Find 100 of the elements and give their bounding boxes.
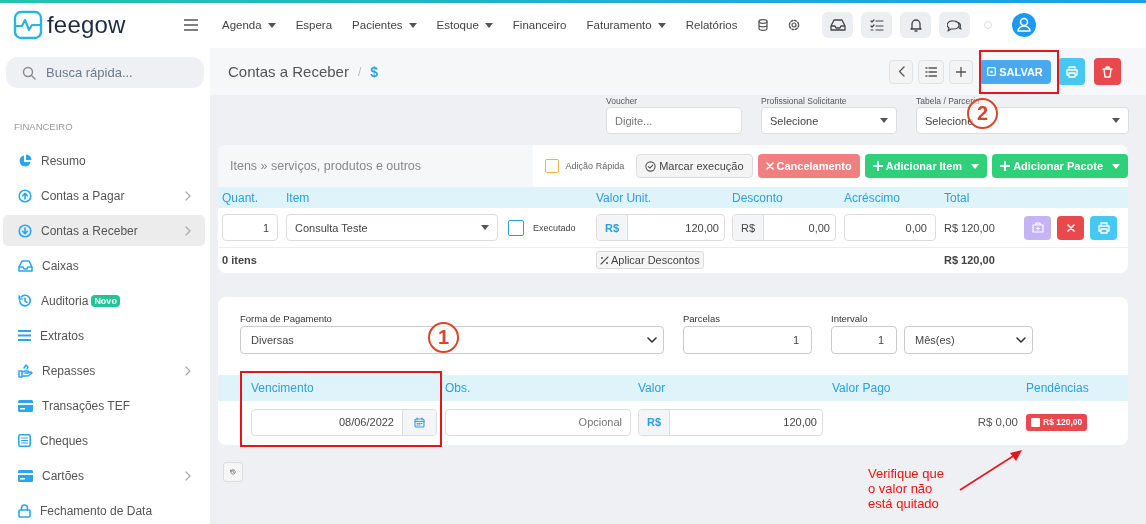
avatar-icon[interactable] xyxy=(1012,13,1036,37)
delete-button[interactable] xyxy=(1094,58,1121,85)
total-amount: R$ 120,00 xyxy=(944,254,996,266)
sidebar-item[interactable]: Extratos xyxy=(3,320,205,351)
history-icon xyxy=(230,466,236,478)
column-header: Obs. xyxy=(445,381,472,395)
print-button[interactable] xyxy=(1090,215,1117,240)
print-button[interactable] xyxy=(1058,58,1085,85)
sidebar-item[interactable]: Transações TEF xyxy=(3,390,205,421)
field-label: Intervalo xyxy=(831,313,869,323)
nav-link[interactable]: Estoque xyxy=(426,19,503,31)
settings-icon[interactable] xyxy=(787,19,800,31)
percent-icon xyxy=(600,255,609,265)
sidebar-item[interactable]: Fechamento de Data xyxy=(3,495,205,524)
item-count: 0 itens xyxy=(222,254,258,266)
annotation-note: Verifique que o valor não está quitado xyxy=(868,466,945,511)
number-field[interactable]: 1 xyxy=(831,326,897,354)
price-field[interactable]: R$ 120,00 xyxy=(596,214,725,241)
remove-button[interactable] xyxy=(1057,215,1084,240)
calendar-icon[interactable] xyxy=(414,416,425,428)
caret-icon xyxy=(1112,163,1120,169)
notification-icon xyxy=(909,18,922,32)
notes-field[interactable]: Opcional xyxy=(445,408,631,436)
checklist-button[interactable] xyxy=(861,12,892,38)
item-select[interactable]: Consulta Teste xyxy=(286,214,498,241)
hand-icon xyxy=(18,363,33,378)
column-header: Pendências xyxy=(1026,381,1090,395)
document-icon xyxy=(18,434,31,447)
column-header: Quant. xyxy=(222,190,260,205)
list-icon xyxy=(925,66,937,77)
card-icon xyxy=(18,399,33,412)
nav-link[interactable]: Agenda xyxy=(212,19,286,31)
number-field[interactable]: 1 xyxy=(683,326,812,354)
chevron-icon xyxy=(1016,337,1026,343)
inbox-icon xyxy=(18,259,33,272)
logo-text: feegow xyxy=(47,11,126,39)
text-field[interactable]: Digite... xyxy=(606,107,742,134)
date-field[interactable]: 08/06/2022 xyxy=(251,408,437,436)
discount-field[interactable]: R$ 0,00 xyxy=(732,214,836,241)
back-button[interactable] xyxy=(889,59,913,84)
card-icon xyxy=(18,469,33,482)
sidebar-item[interactable]: Contas a Pagar xyxy=(3,180,205,211)
column-header: Desconto xyxy=(732,190,784,205)
back-icon xyxy=(897,66,905,77)
add-button[interactable] xyxy=(949,59,973,84)
nav-link[interactable]: Financeiro xyxy=(502,19,577,31)
history-button[interactable] xyxy=(223,462,243,482)
caret-icon xyxy=(971,163,980,169)
column-header: Vencimento xyxy=(251,381,315,395)
nav-link[interactable]: Faturamento xyxy=(576,19,676,31)
nav-link[interactable]: Pacientes xyxy=(342,19,427,31)
amount-field[interactable]: R$ 120,00 xyxy=(638,408,823,436)
increase-field[interactable]: 0,00 xyxy=(844,214,936,241)
nav-link[interactable]: Relatórios xyxy=(675,19,748,31)
quantity-field[interactable]: 1 xyxy=(222,214,278,241)
sidebar-item[interactable]: Caixas xyxy=(3,250,205,281)
arrow-down-circle-icon xyxy=(18,223,32,238)
checklist-icon xyxy=(869,19,884,31)
sidebar-item[interactable]: Resumo xyxy=(3,145,205,176)
list-button[interactable] xyxy=(918,59,944,84)
checkbox[interactable] xyxy=(544,159,559,173)
section-heading: FINANCEIRO xyxy=(14,121,74,132)
database-icon[interactable] xyxy=(757,19,768,31)
inbox-icon xyxy=(829,19,846,31)
arrow xyxy=(958,448,1024,492)
plus-icon xyxy=(1000,161,1011,171)
search-icon xyxy=(22,65,36,80)
column-header: Item xyxy=(286,190,311,205)
trash-icon xyxy=(1102,65,1113,78)
medical-kit-icon xyxy=(1031,222,1044,233)
pie-chart-icon xyxy=(18,153,32,168)
select-field[interactable]: Selecione xyxy=(761,107,897,134)
new-badge: Novo xyxy=(91,294,120,307)
nav-link[interactable]: Espera xyxy=(285,19,343,31)
chat-button[interactable] xyxy=(939,12,970,38)
checkbox[interactable] xyxy=(508,219,524,236)
arrow-up-circle-icon xyxy=(18,188,32,203)
paid-amount: R$ 0,00 xyxy=(976,416,1019,428)
menu-icon[interactable] xyxy=(184,19,198,31)
sidebar-item[interactable]: Contas a Receber xyxy=(3,215,205,246)
close-icon xyxy=(765,162,774,170)
column-header: Total xyxy=(944,190,971,205)
inbox-button[interactable] xyxy=(822,12,853,38)
logo-icon xyxy=(13,10,43,40)
sidebar-item[interactable]: Cheques xyxy=(3,425,205,456)
checkbox[interactable] xyxy=(1031,417,1040,427)
plus-icon xyxy=(956,66,966,77)
pending-badge[interactable]: R$ 120,00 xyxy=(1026,413,1088,431)
select-field[interactable]: Mês(es) xyxy=(904,326,1033,354)
printer-icon xyxy=(1065,65,1078,78)
notification-button[interactable] xyxy=(900,12,931,38)
total-amount: R$ 120,00 xyxy=(944,221,996,234)
apply-discounts-button[interactable]: Aplicar Descontos xyxy=(596,251,704,269)
sidebar-item[interactable]: Auditoria Novo xyxy=(3,285,205,316)
mark-button[interactable]: Marcar execução xyxy=(636,154,753,178)
floppy-icon xyxy=(987,67,997,76)
search-field[interactable]: Busca rápida... xyxy=(6,57,204,88)
sidebar-item[interactable]: Repasses xyxy=(3,355,205,386)
sidebar-item[interactable]: Cartões xyxy=(3,460,205,491)
printer-icon xyxy=(1097,221,1110,234)
